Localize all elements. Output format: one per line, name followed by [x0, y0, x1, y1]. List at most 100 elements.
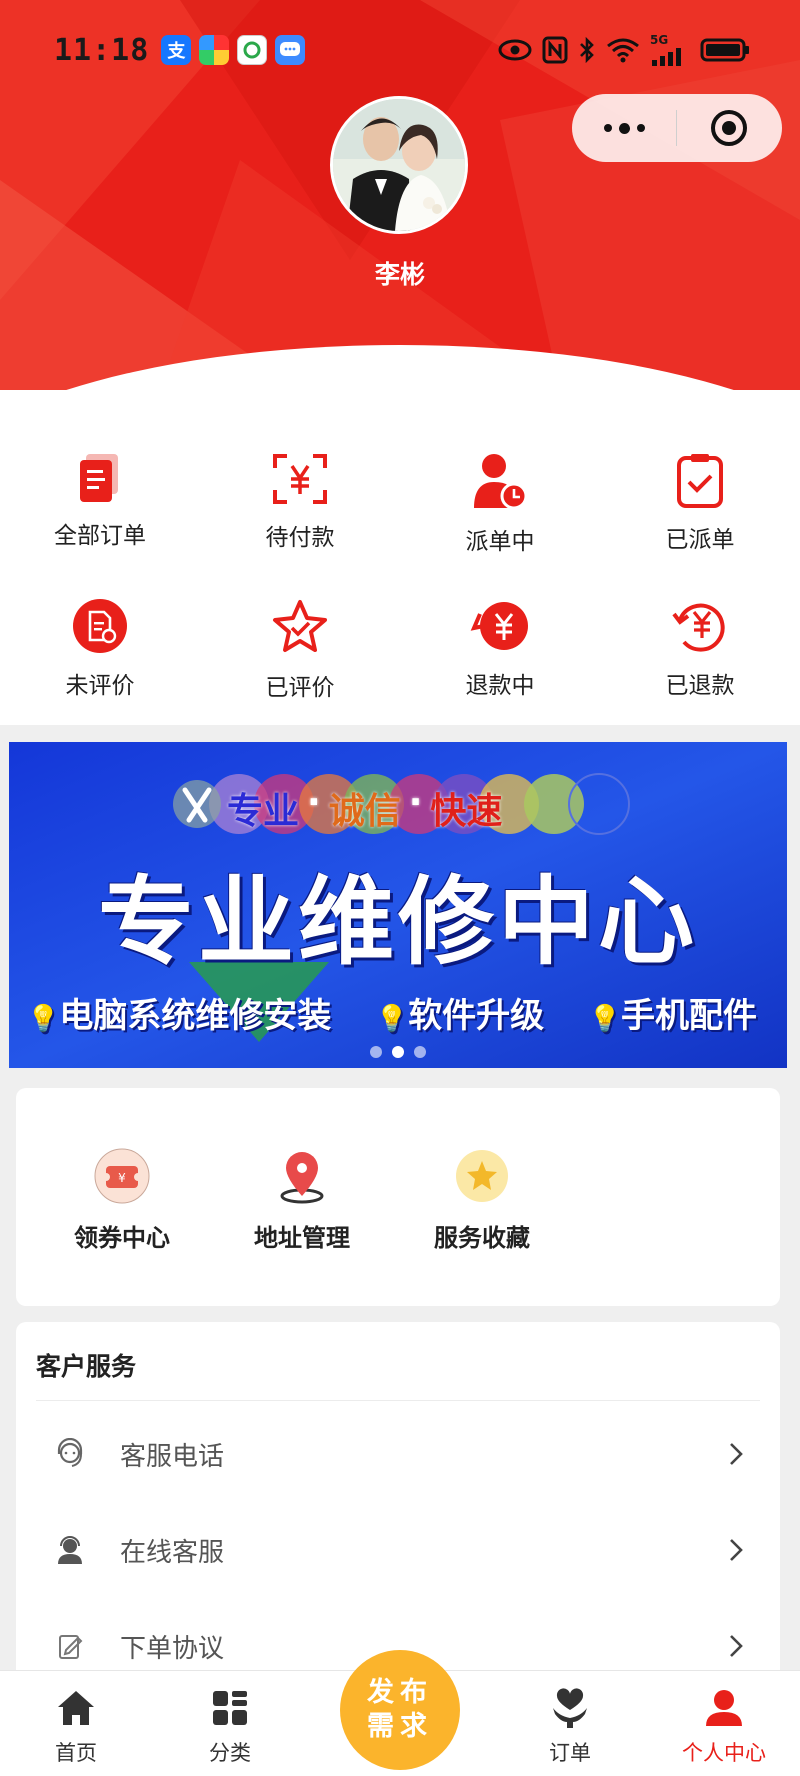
network-type: 5G: [650, 33, 669, 47]
coupon-center[interactable]: ¥ 领券中心: [32, 1148, 212, 1253]
person-icon: [704, 1687, 744, 1729]
banner-pagination: [9, 1046, 787, 1058]
mobile-carrier-icon: [237, 35, 268, 65]
chevron-right-icon: [730, 1539, 743, 1561]
order-dispatching[interactable]: 派单中: [400, 390, 600, 555]
banner-dot-2[interactable]: [392, 1046, 404, 1058]
username: 李彬: [374, 260, 425, 289]
svg-text:¥: ¥: [118, 1171, 126, 1185]
order-unreviewed[interactable]: 未评价: [0, 536, 200, 699]
slogan-word-1: 专业: [227, 791, 300, 832]
order-unreviewed-label: 未评价: [65, 673, 135, 699]
order-refunded-label: 已退款: [665, 673, 735, 699]
publish-label-line-2: 需求: [367, 1711, 433, 1742]
close-miniprogram-button[interactable]: [677, 94, 781, 162]
app-colorful-icon: [199, 35, 230, 65]
coupon-icon: ¥: [94, 1148, 150, 1204]
avatar[interactable]: [330, 96, 468, 234]
agent-icon: [50, 1534, 90, 1566]
status-time: 11:18: [54, 32, 150, 68]
message-icon: [275, 35, 306, 65]
order-status-grid: 全部订单 待付款 派单中 已派单 未评价 已评价 退款中 已退款: [0, 390, 800, 725]
banner-title: 专业维修中心: [98, 866, 698, 978]
tab-orders-label: 订单: [549, 1741, 591, 1765]
order-dispatched[interactable]: 已派单: [600, 390, 800, 553]
coupon-center-label: 领券中心: [74, 1224, 170, 1252]
alipay-icon: 支: [161, 35, 192, 65]
chevron-right-icon: [730, 1635, 743, 1657]
clipboard-check-icon: [668, 452, 732, 508]
battery-icon: [700, 38, 749, 62]
wifi-icon: [607, 38, 639, 63]
promo-banner[interactable]: 专业 · 诚信 · 快速 专业维修中心 💡电脑系统维修安装 💡软件升级 💡手机配…: [9, 742, 787, 1068]
more-options-button[interactable]: [572, 94, 676, 162]
location-pin-icon: [274, 1148, 330, 1204]
grid-icon: [211, 1687, 249, 1729]
banner-slogan: 专业 · 诚信 · 快速: [227, 782, 503, 832]
edit-doc-icon: [50, 1630, 90, 1662]
banner-dot-1[interactable]: [370, 1046, 382, 1058]
address-management-label: 地址管理: [254, 1224, 350, 1252]
yuan-scan-icon: [268, 452, 332, 506]
nfc-icon: [542, 36, 568, 64]
service-divider: [36, 1400, 760, 1401]
tab-home-label: 首页: [55, 1741, 97, 1765]
service-favorites-label: 服务收藏: [434, 1224, 530, 1252]
eye-icon: [498, 39, 532, 61]
bluetooth-icon: [580, 36, 594, 64]
lightbulb-icon: 💡: [27, 1004, 60, 1034]
tab-profile[interactable]: 个人中心: [654, 1671, 794, 1776]
order-all[interactable]: 全部订单: [0, 390, 200, 549]
order-refunding[interactable]: 退款中: [400, 536, 600, 699]
notification-icons: 支: [161, 35, 306, 65]
tab-category-label: 分类: [209, 1741, 251, 1765]
banner-feature-2: 💡软件升级: [375, 996, 545, 1036]
avatar-photo: [333, 99, 465, 231]
tab-category[interactable]: 分类: [160, 1671, 300, 1776]
headset-icon: [50, 1438, 90, 1470]
slogan-word-2: 诚信: [328, 791, 401, 832]
person-clock-icon: [468, 452, 532, 510]
star-favorite-icon: [454, 1148, 510, 1204]
customer-service-title: 客户服务: [36, 1352, 137, 1381]
home-icon: [56, 1687, 96, 1729]
service-phone-row[interactable]: 客服电话: [16, 1406, 780, 1502]
service-online-label: 在线客服: [120, 1537, 225, 1568]
status-bar: 11:18 支 5G: [0, 0, 800, 100]
signal-bars-icon: [652, 48, 681, 66]
tools-card: ¥ 领券中心 地址管理 服务收藏: [16, 1088, 780, 1306]
miniprogram-capsule: [572, 94, 782, 162]
order-reviewed-label: 已评价: [265, 675, 335, 701]
refund-yuan-icon: [468, 598, 532, 654]
order-pending-payment[interactable]: 待付款: [200, 390, 400, 551]
order-reviewed[interactable]: 已评价: [200, 536, 400, 701]
banner-feature-3: 💡手机配件: [588, 996, 757, 1036]
service-favorites[interactable]: 服务收藏: [392, 1148, 572, 1253]
tab-profile-label: 个人中心: [682, 1741, 766, 1765]
banner-dot-3[interactable]: [414, 1046, 426, 1058]
cellular-signal: 5G: [650, 34, 690, 66]
star-check-icon: [268, 598, 332, 656]
banner-features: 💡电脑系统维修安装 💡软件升级 💡手机配件: [27, 988, 787, 1037]
refund-done-icon: [668, 598, 732, 654]
document-list-icon: [68, 452, 132, 504]
review-pending-icon: [68, 598, 132, 654]
status-indicators: 5G: [498, 34, 750, 66]
tab-orders[interactable]: 订单: [500, 1671, 640, 1776]
chevron-right-icon: [730, 1443, 743, 1465]
slogan-word-3: 快速: [430, 791, 503, 832]
lightbulb-icon: 💡: [588, 1004, 621, 1034]
order-refunding-label: 退款中: [465, 673, 535, 699]
address-management[interactable]: 地址管理: [212, 1148, 392, 1253]
tab-home[interactable]: 首页: [6, 1671, 146, 1776]
banner-feature-1: 💡电脑系统维修安装: [27, 996, 332, 1036]
publish-demand-button[interactable]: 发布 需求: [340, 1650, 460, 1770]
service-online-row[interactable]: 在线客服: [16, 1502, 780, 1598]
service-phone-label: 客服电话: [120, 1441, 225, 1472]
order-refunded[interactable]: 已退款: [600, 536, 800, 699]
publish-label-line-1: 发布: [367, 1677, 433, 1708]
target-close-icon: [711, 110, 747, 146]
service-agreement-label: 下单协议: [120, 1633, 225, 1664]
heart-hand-icon: [549, 1687, 591, 1729]
lightbulb-icon: 💡: [375, 1004, 409, 1034]
